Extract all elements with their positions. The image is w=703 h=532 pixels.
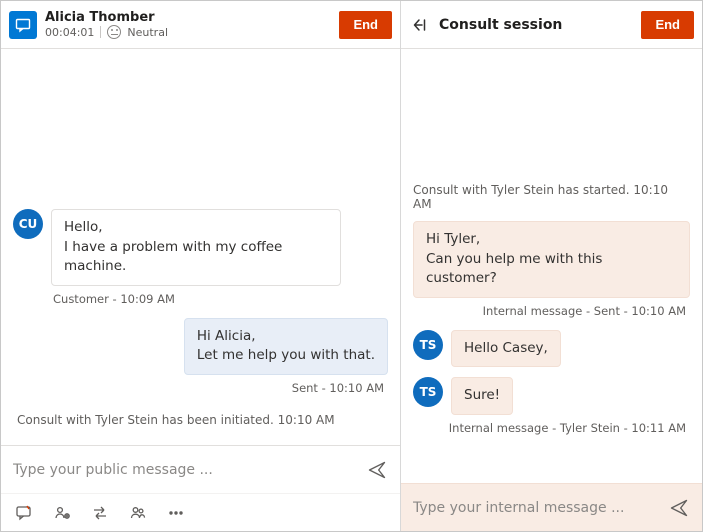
more-icon[interactable] xyxy=(167,504,185,522)
system-message: Consult with Tyler Stein has been initia… xyxy=(13,413,388,427)
transfer-icon[interactable] xyxy=(91,504,109,522)
message-bubble-customer: Hello, I have a problem with my coffee m… xyxy=(51,209,341,286)
message-row-internal-out: Hi Tyler, Can you help me with this cust… xyxy=(413,221,690,298)
message-bubble-agent: Hi Alicia, Let me help you with that. xyxy=(184,318,388,375)
send-icon[interactable] xyxy=(668,497,690,519)
message-bubble-internal: Hi Tyler, Can you help me with this cust… xyxy=(413,221,690,298)
avatar: TS xyxy=(413,377,443,407)
consult-header: Consult session End xyxy=(401,1,702,49)
customer-chat-panel: Alicia Thomber 00:04:01 Neutral End CU H… xyxy=(1,1,401,531)
end-consult-button[interactable]: End xyxy=(641,11,694,39)
send-icon[interactable] xyxy=(366,459,388,481)
internal-message-input[interactable] xyxy=(413,500,660,516)
message-meta: Customer - 10:09 AM xyxy=(13,292,388,306)
quick-replies-icon[interactable] xyxy=(15,504,33,522)
consult-title: Consult session xyxy=(439,17,633,33)
sentiment-icon xyxy=(107,25,121,39)
consult-panel: Consult session End Consult with Tyler S… xyxy=(401,1,702,531)
composer-toolbar xyxy=(1,493,400,531)
end-chat-button[interactable]: End xyxy=(339,11,392,39)
internal-message-composer xyxy=(401,483,702,531)
customer-chat-header: Alicia Thomber 00:04:01 Neutral End xyxy=(1,1,400,49)
message-meta: Internal message - Tyler Stein - 10:11 A… xyxy=(413,421,690,435)
separator xyxy=(100,26,101,38)
message-row-peer: TS Hello Casey, xyxy=(413,330,690,368)
public-message-composer xyxy=(1,445,400,493)
message-row-peer: TS Sure! xyxy=(413,377,690,415)
chat-icon xyxy=(9,11,37,39)
session-duration: 00:04:01 xyxy=(45,26,94,39)
public-message-input[interactable] xyxy=(13,462,358,478)
consult-icon[interactable] xyxy=(53,504,71,522)
customer-name: Alicia Thomber xyxy=(45,10,331,26)
message-bubble-peer: Sure! xyxy=(451,377,513,415)
avatar: CU xyxy=(13,209,43,239)
message-meta: Sent - 10:10 AM xyxy=(13,381,388,395)
customer-conversation: CU Hello, I have a problem with my coffe… xyxy=(1,49,400,445)
message-row-agent: Hi Alicia, Let me help you with that. xyxy=(13,318,388,375)
message-row-customer: CU Hello, I have a problem with my coffe… xyxy=(13,209,388,286)
sentiment-label: Neutral xyxy=(127,26,168,39)
back-arrow-icon[interactable] xyxy=(409,16,431,34)
message-bubble-peer: Hello Casey, xyxy=(451,330,561,368)
system-message: Consult with Tyler Stein has started. 10… xyxy=(413,183,690,211)
people-icon[interactable] xyxy=(129,504,147,522)
consult-conversation: Consult with Tyler Stein has started. 10… xyxy=(401,49,702,483)
avatar: TS xyxy=(413,330,443,360)
message-meta: Internal message - Sent - 10:10 AM xyxy=(413,304,690,318)
